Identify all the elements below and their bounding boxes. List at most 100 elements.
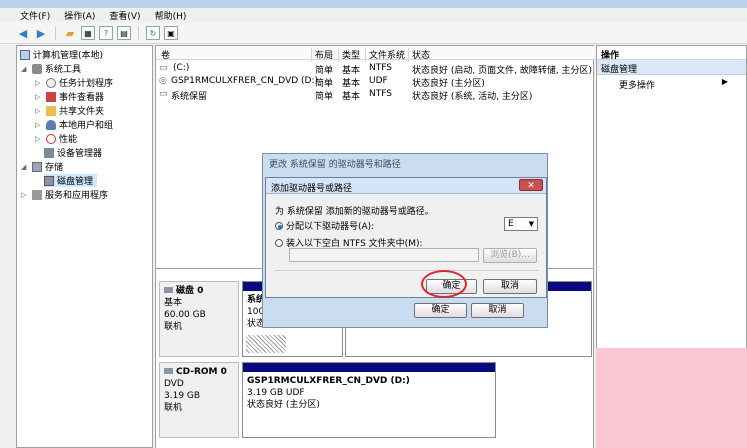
partition-bar bbox=[243, 363, 495, 372]
device-manager-icon bbox=[44, 147, 54, 158]
expand-icon[interactable]: ▷ bbox=[21, 191, 29, 199]
close-icon[interactable]: ✕ bbox=[519, 179, 543, 191]
disk-icon bbox=[164, 287, 173, 293]
drive-letter-select[interactable]: E ▼ bbox=[504, 217, 538, 231]
inner-dialog-title: 添加驱动器号或路径 bbox=[271, 184, 353, 194]
tree-local-users[interactable]: ▷ 本地用户和组 bbox=[35, 118, 113, 131]
column-separator[interactable] bbox=[365, 48, 366, 62]
volume-row[interactable]: ▭ 系统保留 简单 基本 NTFS 状态良好 (系统, 活动, 主分区) bbox=[156, 88, 595, 102]
refresh-icon[interactable]: ↻ bbox=[146, 26, 160, 40]
folder-path-input[interactable] bbox=[289, 248, 479, 262]
dvd-icon bbox=[164, 368, 173, 374]
volume-filesystem: NTFS bbox=[369, 63, 392, 73]
services-icon bbox=[32, 189, 42, 200]
volume-row[interactable]: ▭ (C:) 简单 基本 NTFS 状态良好 (启动, 页面文件, 故障转储, … bbox=[156, 62, 595, 76]
outer-cancel-button[interactable]: 取消 bbox=[471, 303, 524, 318]
inner-cancel-button[interactable]: 取消 bbox=[483, 279, 537, 294]
chevron-down-icon: ▼ bbox=[528, 220, 534, 228]
tree-performance[interactable]: ▷ 性能 bbox=[35, 132, 77, 145]
expand-icon[interactable]: ▷ bbox=[35, 79, 43, 87]
column-separator[interactable] bbox=[338, 48, 339, 62]
volume-name: 系统保留 bbox=[171, 92, 208, 102]
disk-management-icon bbox=[44, 175, 54, 186]
cdrom0-name: CD-ROM 0 bbox=[176, 367, 227, 377]
clock-icon bbox=[46, 77, 56, 88]
volume-status: 状态良好 (系统, 活动, 主分区) bbox=[412, 92, 533, 102]
inner-dialog-titlebar: 添加驱动器号或路径 ✕ bbox=[266, 178, 546, 194]
toolbar: ◀ ▶ ▰ ▦ ? ▤ ↻ ▣ bbox=[0, 23, 747, 44]
column-layout[interactable]: 布局 bbox=[315, 48, 333, 61]
volume-row[interactable]: ◎ GSP1RMCULXFRER_CN_DVD (D:) 简单 基本 UDF 状… bbox=[156, 75, 595, 89]
menu-action[interactable]: 操作(A) bbox=[64, 9, 95, 22]
highlight-circle bbox=[421, 270, 467, 298]
volume-filesystem: NTFS bbox=[369, 89, 392, 99]
folder-icon[interactable]: ▰ bbox=[63, 26, 77, 40]
chevron-right-icon: ▶ bbox=[721, 77, 728, 86]
add-drive-letter-dialog: 添加驱动器号或路径 ✕ 为 系统保留 添加新的驱动器号或路径。 分配以下驱动器号… bbox=[265, 177, 547, 298]
actions-header: 操作 bbox=[597, 46, 746, 61]
collapse-icon[interactable]: ◢ bbox=[21, 65, 29, 73]
column-status[interactable]: 状态 bbox=[412, 48, 430, 61]
more-actions-label: 更多操作 bbox=[619, 81, 656, 91]
expand-icon[interactable]: ▷ bbox=[35, 107, 43, 115]
expand-icon[interactable]: ▷ bbox=[35, 121, 43, 129]
disk0-size: 60.00 GB bbox=[164, 310, 206, 320]
partition-dvd[interactable]: GSP1RMCULXFRER_CN_DVD (D:) 3.19 GB UDF 状… bbox=[242, 362, 496, 438]
volume-filesystem: UDF bbox=[369, 76, 388, 86]
tree-disk-management[interactable]: 磁盘管理 bbox=[44, 174, 98, 187]
view-icon[interactable]: ▤ bbox=[117, 26, 131, 40]
column-type[interactable]: 类型 bbox=[342, 48, 360, 61]
drive-icon: ▭ bbox=[159, 89, 168, 99]
partition-status: 状态良好 (主分区) bbox=[247, 400, 320, 410]
more-actions-item[interactable]: 更多操作 ▶ bbox=[597, 75, 746, 91]
export-icon[interactable]: ▣ bbox=[164, 26, 178, 40]
cdrom0-label[interactable]: CD-ROM 0 DVD 3.19 GB 联机 bbox=[159, 362, 239, 438]
disk0-state: 联机 bbox=[164, 322, 183, 332]
disk0-label[interactable]: 磁盘 0 基本 60.00 GB 联机 bbox=[159, 281, 239, 357]
collapse-icon[interactable]: ◢ bbox=[21, 163, 29, 171]
menu-file[interactable]: 文件(F) bbox=[20, 9, 50, 22]
properties-icon[interactable]: ▦ bbox=[81, 26, 95, 40]
outer-ok-button[interactable]: 确定 bbox=[414, 303, 467, 318]
cdrom0-type: DVD bbox=[164, 379, 184, 389]
expand-icon[interactable]: ▷ bbox=[35, 93, 43, 101]
partition-name: GSP1RMCULXFRER_CN_DVD (D:) bbox=[247, 376, 410, 386]
tree-storage[interactable]: ◢ 存储 bbox=[21, 160, 63, 173]
column-separator[interactable] bbox=[408, 48, 409, 62]
help-icon[interactable]: ? bbox=[99, 26, 113, 40]
option-assign-letter[interactable]: 分配以下驱动器号(A): bbox=[275, 219, 374, 232]
event-viewer-icon bbox=[46, 91, 56, 102]
expand-icon[interactable]: ▷ bbox=[35, 135, 43, 143]
tree-shared-folders[interactable]: ▷ 共享文件夹 bbox=[35, 104, 104, 117]
tools-icon bbox=[32, 63, 42, 74]
toolbar-separator bbox=[55, 26, 56, 40]
column-volume[interactable]: 卷 bbox=[161, 48, 170, 61]
performance-icon bbox=[46, 133, 56, 144]
watermark-overlay bbox=[596, 348, 747, 448]
menu-view[interactable]: 查看(V) bbox=[109, 9, 140, 22]
dvd-icon: ◎ bbox=[159, 76, 167, 86]
actions-section-disk-management[interactable]: 磁盘管理 bbox=[597, 60, 746, 75]
column-filesystem[interactable]: 文件系统 bbox=[369, 48, 405, 61]
tree-device-manager[interactable]: 设备管理器 bbox=[44, 146, 102, 159]
menu-bar: 文件(F) 操作(A) 查看(V) 帮助(H) bbox=[0, 8, 747, 23]
radio-mount-folder[interactable] bbox=[275, 238, 283, 247]
tree-root[interactable]: 计算机管理(本地) bbox=[20, 48, 103, 61]
column-separator[interactable] bbox=[311, 48, 312, 62]
users-icon bbox=[46, 119, 56, 130]
browse-button[interactable]: 浏览(B)... bbox=[483, 248, 537, 263]
disk0-name: 磁盘 0 bbox=[176, 286, 204, 296]
option-assign-letter-label: 分配以下驱动器号(A): bbox=[286, 222, 375, 232]
back-icon[interactable]: ◀ bbox=[16, 26, 30, 40]
radio-assign-letter[interactable] bbox=[275, 221, 283, 230]
drive-icon: ▭ bbox=[159, 63, 168, 73]
cdrom0-size: 3.19 GB bbox=[164, 391, 201, 401]
tree-system-tools[interactable]: ◢ 系统工具 bbox=[21, 62, 81, 75]
forward-icon[interactable]: ▶ bbox=[34, 26, 48, 40]
volume-layout: 简单 bbox=[315, 92, 334, 102]
tree-event-viewer[interactable]: ▷ 事件查看器 bbox=[35, 90, 104, 103]
tree-task-scheduler[interactable]: ▷ 任务计划程序 bbox=[35, 76, 113, 89]
tree-services[interactable]: ▷ 服务和应用程序 bbox=[21, 188, 108, 201]
menu-help[interactable]: 帮助(H) bbox=[155, 9, 187, 22]
volume-name: GSP1RMCULXFRER_CN_DVD (D:) bbox=[171, 76, 319, 86]
